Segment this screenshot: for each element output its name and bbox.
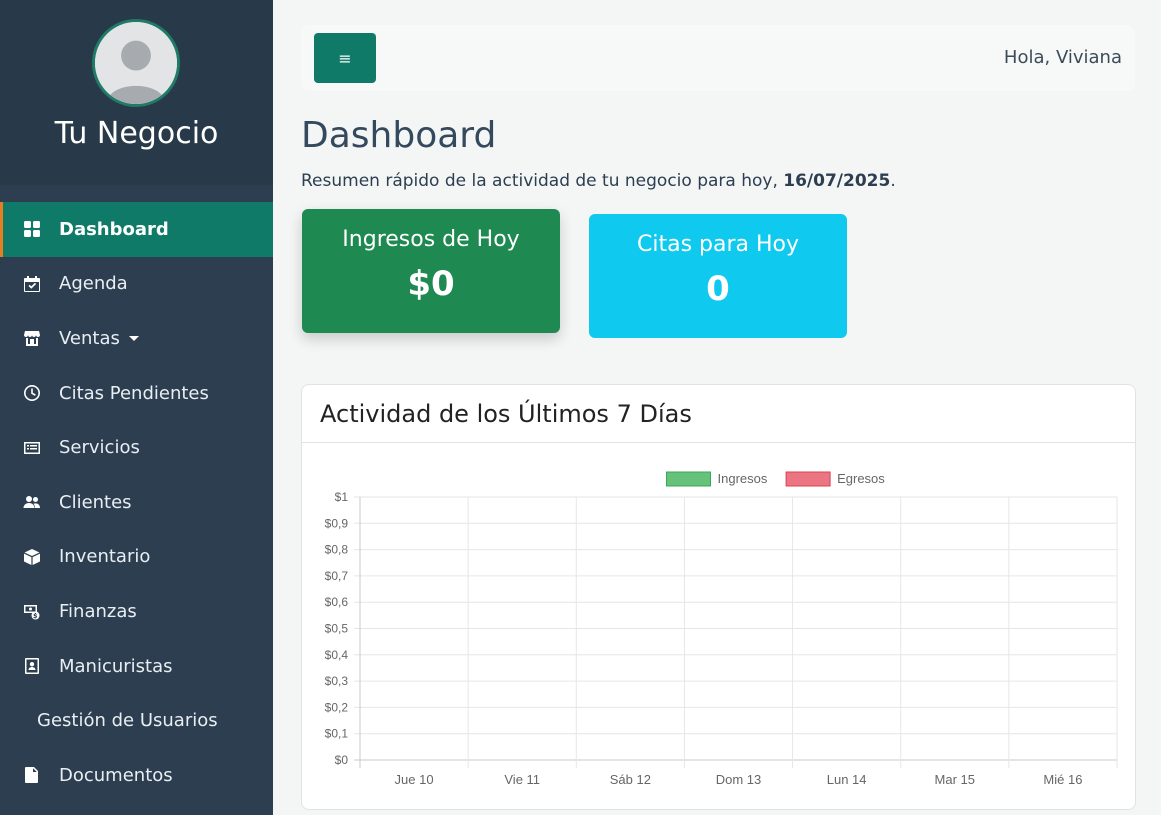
sidebar-item-label: Servicios [59, 437, 140, 459]
user-greeting[interactable]: Hola, Viviana [1004, 47, 1122, 68]
clock-icon [22, 383, 42, 403]
top-bar: ≡ Hola, Viviana [301, 25, 1135, 91]
card-title: Ingresos de Hoy [342, 227, 520, 252]
y-tick-label: $0,3 [325, 674, 349, 688]
avatar[interactable] [92, 19, 180, 107]
page-title: Dashboard [301, 115, 497, 156]
y-tick-label: $0,2 [325, 700, 349, 714]
y-tick-label: $0,4 [325, 648, 349, 662]
x-tick-label: Dom 13 [716, 772, 762, 787]
y-tick-label: $0,7 [325, 569, 349, 583]
sidebar-item-inventario[interactable]: Inventario [0, 530, 273, 585]
activity-chart: $0 $0,1 $0,2 $0,3 $0,4 $0,5 $0,6 $0,7 $0,8 $0,9 $1… [325, 471, 1118, 787]
sidebar-item-label: Ventas [59, 327, 120, 349]
sidebar-item-label: Documentos [59, 764, 173, 786]
hamburger-icon: ≡ [338, 48, 352, 68]
caret-down-icon [128, 335, 139, 341]
sidebar-item-servicios[interactable]: Servicios [0, 420, 273, 475]
menu-toggle-button[interactable]: ≡ [314, 33, 376, 83]
sidebar-item-label: Citas Pendientes [59, 382, 209, 404]
card-title: Citas para Hoy [636, 232, 800, 257]
sidebar: Tu Negocio Dashboard Agenda Ventas Citas… [0, 0, 273, 815]
current-date: 16/07/2025 [783, 171, 891, 191]
sidebar-item-citas-pendientes[interactable]: Citas Pendientes [0, 366, 273, 421]
legend-label: Ingresos [718, 471, 768, 486]
sidebar-item-label: Manicuristas [59, 655, 173, 677]
list-card-icon [22, 438, 42, 458]
x-tick-label: Lun 14 [827, 772, 867, 787]
x-tick-label: Mar 15 [935, 772, 975, 787]
x-tick-label: Mié 16 [1043, 772, 1082, 787]
sidebar-item-agenda[interactable]: Agenda [0, 257, 273, 312]
sidebar-item-gestion-usuarios[interactable]: Gestión de Usuarios [0, 693, 273, 748]
activity-panel: Actividad de los Últimos 7 Días $0 $0,1 $0… [301, 384, 1136, 810]
sidebar-item-label: Clientes [59, 491, 132, 513]
sidebar-item-label: Agenda [59, 273, 128, 295]
calendar-check-icon [22, 274, 42, 294]
sidebar-item-label: Gestión de Usuarios [37, 710, 218, 732]
page-subtitle: Resumen rápido de la actividad de tu neg… [301, 171, 896, 191]
sidebar-item-label: Finanzas [59, 600, 137, 622]
document-icon [22, 765, 42, 785]
y-tick-label: $0,6 [325, 595, 349, 609]
grid-icon [22, 219, 42, 239]
panel-title: Actividad de los Últimos 7 Días [320, 399, 692, 428]
legend-swatch-egresos [785, 471, 831, 487]
y-tick-label: $0,8 [325, 543, 349, 557]
card-citas-hoy: Citas para Hoy 0 [589, 214, 847, 338]
sidebar-item-label: Inventario [59, 546, 151, 568]
x-tick-label: Vie 11 [504, 772, 540, 787]
money-icon [22, 601, 42, 621]
box-icon [22, 547, 42, 567]
sidebar-item-finanzas[interactable]: Finanzas [0, 584, 273, 639]
sidebar-item-label: Dashboard [59, 218, 169, 240]
id-badge-icon [22, 656, 42, 676]
sidebar-item-ventas[interactable]: Ventas [0, 311, 273, 366]
user-avatar-icon [95, 22, 177, 104]
legend-swatch-ingresos [666, 471, 711, 487]
y-tick-label: $0,9 [325, 516, 349, 530]
y-tick-label: $1 [335, 490, 349, 504]
panel-header: Actividad de los Últimos 7 Días [302, 385, 1135, 443]
sidebar-item-manicuristas[interactable]: Manicuristas [0, 639, 273, 694]
sidebar-item-clientes[interactable]: Clientes [0, 475, 273, 530]
card-value: 0 [706, 269, 730, 309]
y-tick-label: $0,1 [325, 727, 349, 741]
card-value: $0 [407, 264, 455, 304]
users-icon [22, 492, 42, 512]
legend-label: Egresos [837, 471, 885, 486]
x-tick-label: Jue 10 [395, 772, 434, 787]
store-icon [22, 328, 42, 348]
sidebar-item-dashboard[interactable]: Dashboard [0, 202, 273, 257]
brand-name: Tu Negocio [54, 116, 219, 151]
subtitle-suffix: . [890, 171, 896, 191]
card-ingresos-hoy: Ingresos de Hoy $0 [302, 209, 560, 333]
sidebar-item-documentos[interactable]: Documentos [0, 748, 273, 803]
y-tick-label: $0,5 [325, 622, 349, 636]
subtitle-text: Resumen rápido de la actividad de tu neg… [301, 171, 784, 191]
y-tick-label: $0 [335, 753, 349, 767]
sidebar-nav: Dashboard Agenda Ventas Citas Pendientes [0, 202, 273, 803]
x-tick-label: Sáb 12 [610, 772, 651, 787]
